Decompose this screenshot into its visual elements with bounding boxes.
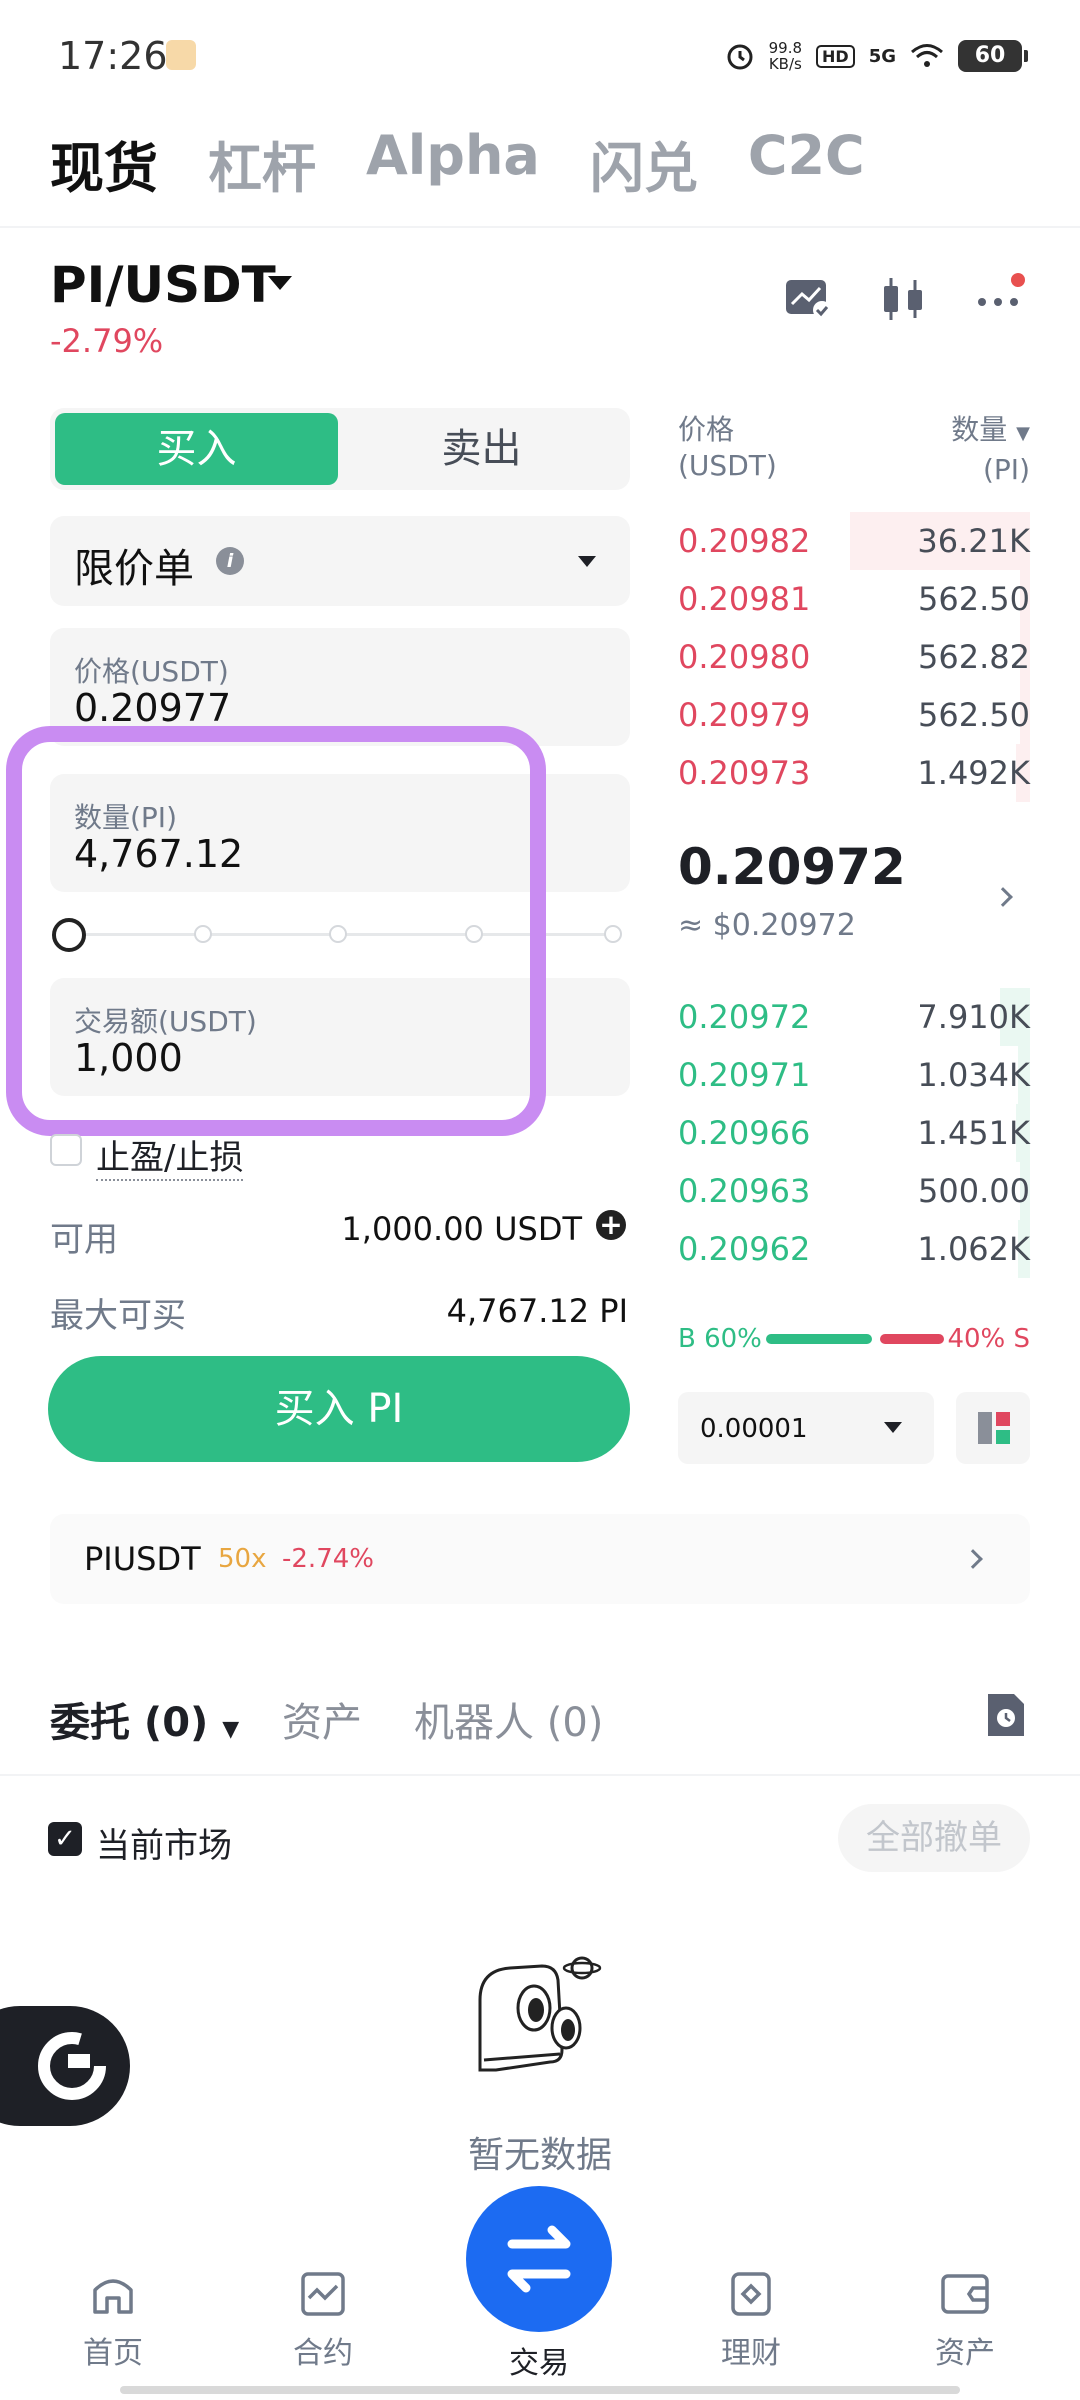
buy-ratio: B 60% (678, 1324, 762, 1354)
divider (0, 1774, 1080, 1776)
max-buy-label: 最大可买 (50, 1296, 186, 1336)
ask-row[interactable]: 0.20979 562.50 (678, 686, 1030, 744)
net-speed: 99.8 KB/s (768, 39, 803, 73)
bid-row[interactable]: 0.20972 7.910K (678, 988, 1030, 1046)
tab-alpha[interactable]: Alpha (366, 124, 540, 203)
chart-icon[interactable] (782, 272, 834, 324)
status-icons: 99.8 KB/s HD 5G 60 (725, 36, 1028, 76)
empty-state-text: 暂无数据 (467, 2135, 612, 2176)
tab-convert[interactable]: 闪兑 (590, 124, 698, 203)
sell-ratio: 40% S (947, 1324, 1030, 1354)
nav-trade[interactable] (466, 2186, 612, 2332)
bid-row[interactable]: 0.20971 1.034K (678, 1046, 1030, 1104)
ob-qty-header[interactable]: 数量 ▼ (PI) (951, 412, 1030, 488)
assistant-icon (38, 2032, 106, 2100)
depth-value: 0.00001 (700, 1414, 808, 1444)
highlight-annotation (6, 726, 546, 1136)
buy-button[interactable]: 买入 PI (48, 1356, 630, 1462)
history-icon[interactable] (984, 1690, 1028, 1740)
current-market-label[interactable]: 当前市场 (96, 1818, 232, 1867)
futures-leverage: 50x (218, 1544, 267, 1574)
nav-trade-label[interactable]: 交易 (466, 2338, 612, 2382)
plus-icon[interactable]: + (596, 1210, 626, 1240)
available-label: 可用 (50, 1220, 118, 1260)
last-price-usd: ≈ $0.20972 (678, 908, 856, 943)
buy-ratio-bar (766, 1334, 872, 1344)
tab-margin[interactable]: 杠杆 (208, 124, 316, 203)
price-input[interactable]: 0.20977 (74, 686, 231, 730)
price-label: 价格(USDT) (74, 655, 229, 688)
sell-tab[interactable]: 卖出 (338, 413, 625, 485)
nav-futures[interactable]: 合约 (258, 2270, 388, 2372)
more-icon[interactable] (974, 272, 1026, 324)
app-notification-icon (166, 40, 196, 70)
pair-selector[interactable]: PI/USDT (50, 256, 276, 314)
last-price: 0.20972 (678, 838, 906, 896)
ask-row[interactable]: 0.20973 1.492K (678, 744, 1030, 802)
ask-row[interactable]: 0.20980 562.82 (678, 628, 1030, 686)
chevron-down-icon (884, 1422, 902, 1433)
signal-icon: 5G (868, 45, 896, 67)
nav-home[interactable]: 首页 (48, 2270, 178, 2372)
layout-icon (978, 1412, 1010, 1444)
chevron-right-icon[interactable] (993, 887, 1013, 907)
chevron-down-icon[interactable] (268, 276, 292, 290)
bid-row[interactable]: 0.20963 500.00 (678, 1162, 1030, 1220)
tab-bots[interactable]: 机器人 (0) (414, 1690, 603, 1748)
ob-price-header: 价格 (USDT) (678, 413, 777, 482)
order-type-label: 限价单 (74, 546, 194, 592)
pair-change: -2.79% (50, 322, 164, 360)
chevron-down-icon (578, 556, 596, 567)
available-value: 1,000.00 USDT (341, 1210, 582, 1248)
sell-ratio-bar (880, 1334, 944, 1344)
empty-binoculars-icon (478, 1956, 602, 2072)
nav-earn[interactable]: 理财 (686, 2270, 816, 2372)
divider (0, 226, 1080, 228)
tab-c2c[interactable]: C2C (748, 124, 865, 203)
futures-name: PIUSDT (84, 1540, 201, 1578)
tab-spot[interactable]: 现货 (50, 124, 158, 203)
bid-row[interactable]: 0.20966 1.451K (678, 1104, 1030, 1162)
status-time: 17:26 (58, 34, 168, 78)
market-tabs: 现货 杠杆 Alpha 闪兑 C2C (50, 124, 865, 203)
nav-assets[interactable]: 资产 (900, 2270, 1030, 2372)
current-market-checkbox[interactable]: ✓ (48, 1822, 82, 1856)
tpsl-label[interactable]: 止盈/止损 (96, 1130, 244, 1181)
wallet-icon (941, 2274, 989, 2314)
earn-icon (731, 2272, 771, 2316)
tpsl-checkbox[interactable] (50, 1134, 82, 1166)
buy-tab[interactable]: 买入 (55, 413, 338, 485)
ask-row[interactable]: 0.20982 36.21K (678, 512, 1030, 570)
slider-step-100[interactable] (604, 925, 622, 943)
tab-open-orders[interactable]: 委托 (0) ▼ (50, 1690, 239, 1748)
wifi-icon (911, 44, 943, 67)
candlestick-icon[interactable] (878, 272, 930, 324)
floating-assistant-button[interactable] (0, 2006, 130, 2126)
book-layout-button[interactable] (956, 1392, 1030, 1464)
hd-badge: HD (816, 44, 855, 68)
ask-row[interactable]: 0.20981 562.50 (678, 570, 1030, 628)
info-icon[interactable]: i (216, 547, 244, 575)
home-icon (93, 2279, 133, 2314)
alarm-icon (727, 44, 753, 70)
bid-row[interactable]: 0.20962 1.062K (678, 1220, 1030, 1278)
futures-change: -2.74% (282, 1544, 374, 1574)
swap-icon (507, 2225, 571, 2293)
battery-icon: 60 (958, 40, 1028, 72)
max-buy-value: 4,767.12 PI (446, 1292, 628, 1330)
tab-assets[interactable]: 资产 (282, 1690, 362, 1748)
home-indicator (120, 2386, 960, 2394)
futures-icon (301, 2272, 345, 2316)
cancel-all-button[interactable]: 全部撤单 (838, 1804, 1030, 1872)
